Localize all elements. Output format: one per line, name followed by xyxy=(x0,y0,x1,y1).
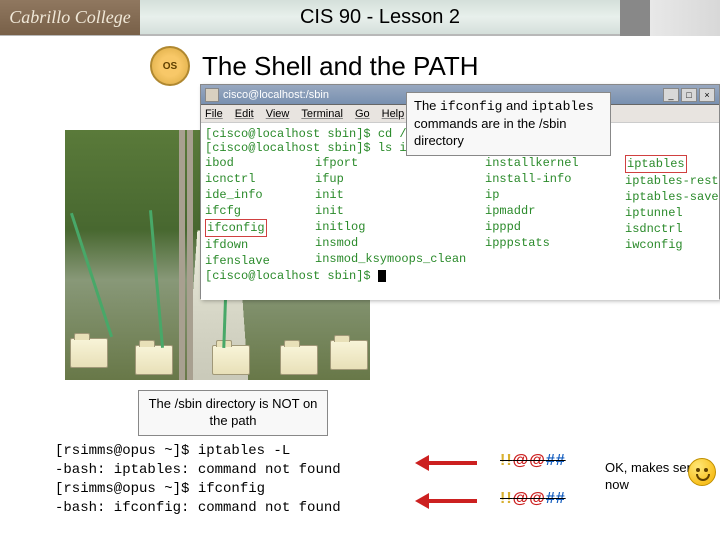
folder-icon xyxy=(280,345,318,375)
terminal-prompt: [cisco@localhost sbin]$ xyxy=(205,269,715,283)
file-item: insmod_ksymoops_clean xyxy=(315,252,466,266)
logo-text: Cabrillo College xyxy=(9,7,131,28)
menu-help[interactable]: Help xyxy=(382,108,405,120)
terminal-title: cisco@localhost:/sbin xyxy=(223,89,329,101)
file-item: init xyxy=(315,204,344,218)
file-item: iptables-restore xyxy=(625,174,719,188)
menu-go[interactable]: Go xyxy=(355,108,370,120)
file-item: install-info xyxy=(485,172,571,186)
file-item: iwconfig xyxy=(625,238,683,252)
file-item: icnctrl xyxy=(205,172,255,186)
file-item: isdnctrl xyxy=(625,222,683,236)
file-item: ipppd xyxy=(485,220,521,234)
file-item: initlog xyxy=(315,220,365,234)
file-item: init xyxy=(315,188,344,202)
header-photo xyxy=(620,0,720,36)
header-bar: Cabrillo College CIS 90 - Lesson 2 xyxy=(0,0,720,36)
maximize-button[interactable]: □ xyxy=(681,88,697,102)
file-item-highlighted: ifconfig xyxy=(205,219,267,237)
file-item: iptables-save xyxy=(625,190,719,204)
os-gear-icon: OS xyxy=(150,46,190,86)
smiley-icon xyxy=(688,458,716,486)
file-item: ide_info xyxy=(205,188,263,202)
file-item: ibod xyxy=(205,156,234,170)
file-item: ifcfg xyxy=(205,204,241,218)
file-item: insmod xyxy=(315,236,358,250)
expletive-text: !!@@## xyxy=(500,490,566,508)
code-line: -bash: ifconfig: command not found xyxy=(55,499,341,518)
minimize-button[interactable]: _ xyxy=(663,88,679,102)
file-item: iptunnel xyxy=(625,206,683,220)
menu-terminal[interactable]: Terminal xyxy=(301,108,343,120)
file-item: ifdown xyxy=(205,238,248,252)
code-line: -bash: iptables: command not found xyxy=(55,461,341,480)
code-line: [rsimms@opus ~]$ iptables -L xyxy=(55,442,341,461)
file-item: ipmaddr xyxy=(485,204,535,218)
file-item: ipppstats xyxy=(485,236,550,250)
file-item: installkernel xyxy=(485,156,579,170)
file-item: ifup xyxy=(315,172,344,186)
file-item: ip xyxy=(485,188,499,202)
expletive-text: !!@@## xyxy=(500,452,566,470)
college-logo: Cabrillo College xyxy=(0,0,140,35)
menu-view[interactable]: View xyxy=(266,108,290,120)
folder-icon xyxy=(212,345,250,375)
code-line: [rsimms@opus ~]$ ifconfig xyxy=(55,480,341,499)
folder-icon xyxy=(135,345,173,375)
window-controls: _ □ × xyxy=(663,88,715,102)
file-item-highlighted: iptables xyxy=(625,155,687,173)
terminal-listing: ibod icnctrl ide_info ifcfg ifconfig ifd… xyxy=(205,155,715,269)
menu-edit[interactable]: Edit xyxy=(235,108,254,120)
slide-title: The Shell and the PATH xyxy=(202,51,479,82)
folder-icon xyxy=(70,338,108,368)
shell-output-block: [rsimms@opus ~]$ iptables -L -bash: ipta… xyxy=(55,442,341,518)
terminal-icon xyxy=(205,88,219,102)
folder-icon xyxy=(330,340,368,370)
cursor-icon xyxy=(378,270,386,282)
file-item: ifport xyxy=(315,156,358,170)
close-button[interactable]: × xyxy=(699,88,715,102)
callout-not-on-path: The /sbin directory is NOT on the path xyxy=(138,390,328,436)
file-item: ifenslave xyxy=(205,254,270,268)
callout-sbin-commands: The ifconfig and iptables commands are i… xyxy=(406,92,611,156)
menu-file[interactable]: File xyxy=(205,108,223,120)
